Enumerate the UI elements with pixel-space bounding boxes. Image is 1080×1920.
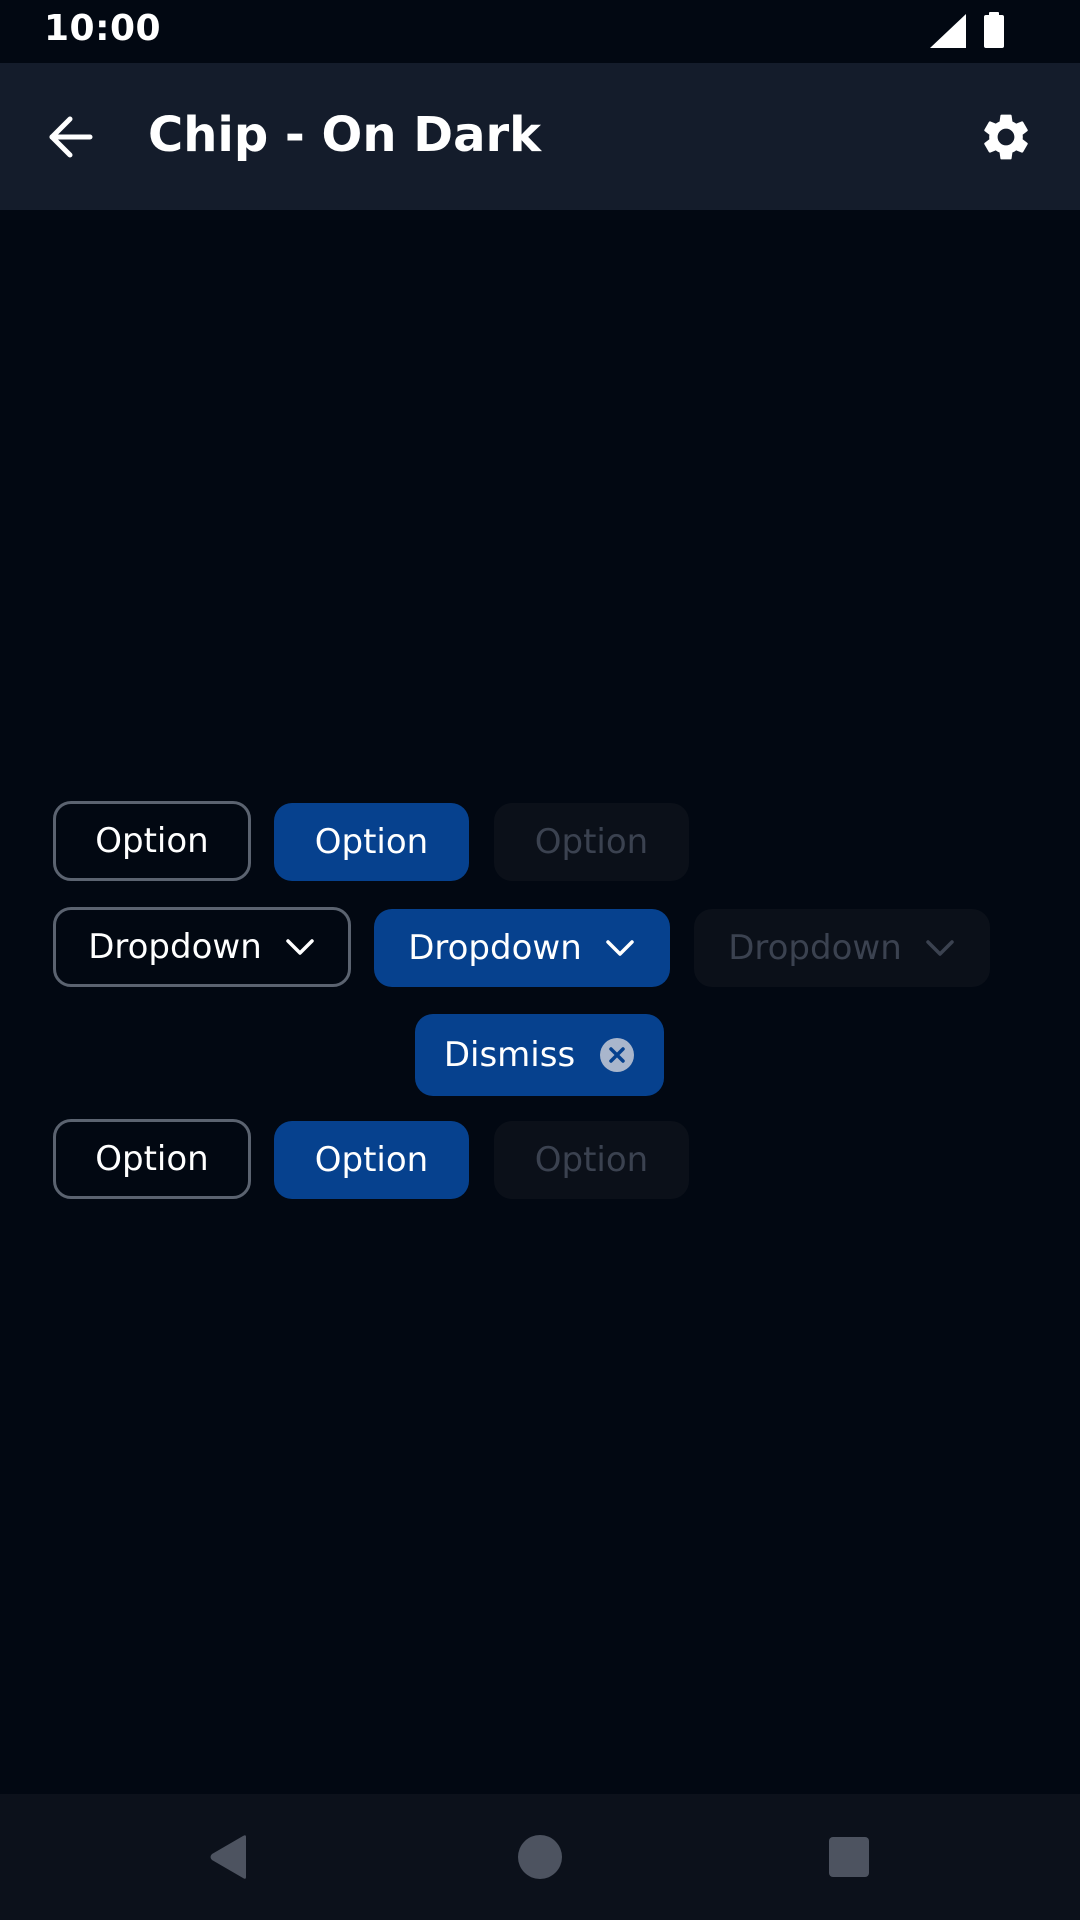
chip-label: Option xyxy=(95,1139,209,1179)
nav-home-icon xyxy=(518,1835,562,1879)
chip-label: Option xyxy=(534,822,649,862)
battery-icon xyxy=(984,12,1004,48)
chip-label: Option xyxy=(534,1140,649,1180)
chip-option-selected-1[interactable]: Option xyxy=(274,803,469,881)
chip-label: Dropdown xyxy=(408,928,582,968)
arrow-back-icon xyxy=(49,116,93,158)
chip-dismiss[interactable]: Dismiss xyxy=(415,1014,664,1096)
chip-label: Option xyxy=(314,822,429,862)
nav-back-icon xyxy=(210,1835,246,1879)
chip-label: Dropdown xyxy=(728,928,902,968)
chip-option-disabled-2: Option xyxy=(494,1121,689,1199)
nav-recents-icon xyxy=(829,1837,869,1877)
navigation-bar xyxy=(0,1794,1080,1920)
page-title: Chip - On Dark xyxy=(148,107,542,163)
chip-option-selected-2[interactable]: Option xyxy=(274,1121,469,1199)
screen: 10:00 Chip - On Dark Option Option Optio… xyxy=(0,0,1080,1920)
chip-option-outlined-2[interactable]: Option xyxy=(53,1119,251,1199)
chip-dropdown-disabled: Dropdown xyxy=(694,909,990,987)
chevron-down-icon xyxy=(286,939,314,955)
nav-home-button[interactable] xyxy=(510,1827,570,1887)
signal-icon xyxy=(930,14,966,48)
chevron-down-icon xyxy=(606,940,634,956)
chip-label: Dismiss xyxy=(443,1035,576,1075)
app-bar: Chip - On Dark xyxy=(0,63,1080,210)
chip-dropdown-selected[interactable]: Dropdown xyxy=(374,909,670,987)
settings-button[interactable] xyxy=(976,107,1036,167)
chip-option-outlined-1[interactable]: Option xyxy=(53,801,251,881)
gear-icon xyxy=(984,114,1028,160)
chip-label: Option xyxy=(314,1140,429,1180)
chevron-down-icon xyxy=(926,940,954,956)
close-circle-icon[interactable] xyxy=(599,1037,635,1073)
status-bar: 10:00 xyxy=(0,0,1080,63)
back-button[interactable] xyxy=(40,107,100,167)
chip-label: Option xyxy=(95,821,209,861)
chip-option-disabled-1: Option xyxy=(494,803,689,881)
status-time: 10:00 xyxy=(44,8,162,49)
chip-dropdown-outlined[interactable]: Dropdown xyxy=(53,907,351,987)
nav-back-button[interactable] xyxy=(198,1827,258,1887)
chip-label: Dropdown xyxy=(88,927,262,967)
nav-recents-button[interactable] xyxy=(819,1827,879,1887)
